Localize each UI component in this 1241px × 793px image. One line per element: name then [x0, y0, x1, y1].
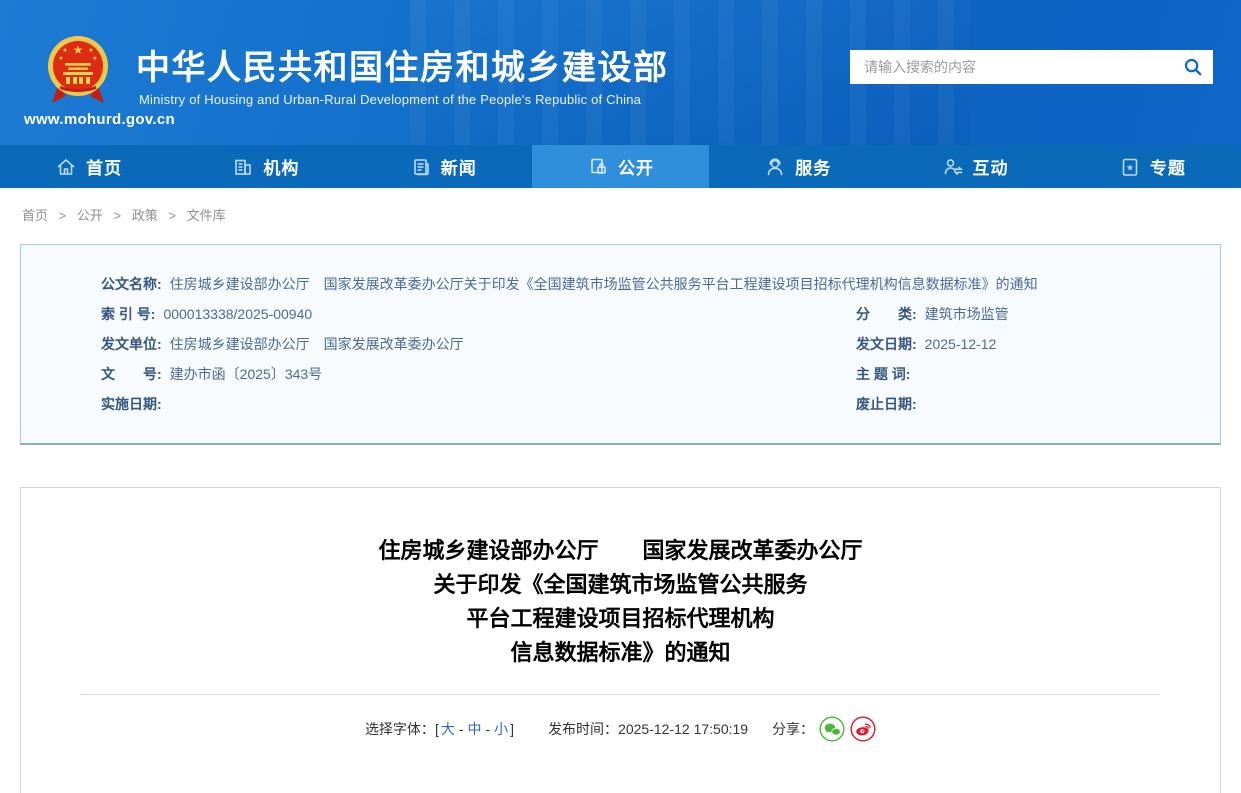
svg-text:★: ★ [62, 47, 67, 54]
bracket-open: [ [435, 721, 439, 737]
nav-tab-home[interactable]: 首页 [0, 145, 177, 188]
breadcrumb-item-disclosure[interactable]: 公开 [77, 208, 103, 223]
meta-value-index-number: 000013338/2025-00940 [163, 306, 312, 322]
nav-tab-label: 公开 [618, 154, 654, 179]
meta-row: 文 号: 建办市函〔2025〕343号 主 题 词: [101, 359, 1220, 389]
breadcrumb-separator: > [168, 208, 176, 223]
meta-label-index-number: 索 引 号: [101, 304, 155, 324]
font-size-large-link[interactable]: 大 [441, 719, 455, 739]
breadcrumb: 首页 > 公开 > 政策 > 文件库 [0, 188, 1241, 224]
dash-separator: - [486, 721, 491, 737]
search-icon [1183, 57, 1203, 77]
wechat-share-button[interactable] [819, 716, 845, 742]
bracket-close: ] [510, 721, 514, 737]
article-title-line: 住房城乡建设部办公厅 国家发展改革委办公厅 [21, 534, 1220, 568]
article-title: 住房城乡建设部办公厅 国家发展改革委办公厅 关于印发《全国建筑市场监管公共服务 … [21, 534, 1220, 670]
breadcrumb-item-library[interactable]: 文件库 [187, 208, 226, 223]
nav-tab-label: 首页 [86, 154, 122, 179]
nav-tab-service[interactable]: 服务 [709, 145, 886, 188]
meta-row: 索 引 号: 000013338/2025-00940 分 类: 建筑市场监管 [101, 299, 1220, 329]
search-input[interactable] [864, 59, 1183, 75]
meta-label-implementation-date: 实施日期: [101, 394, 162, 414]
nav-tab-label: 互动 [973, 154, 1009, 179]
nav-tab-interaction[interactable]: 互动 [886, 145, 1063, 188]
nav-tab-disclosure[interactable]: 公开 [532, 145, 709, 188]
nav-tab-news[interactable]: 新闻 [355, 145, 532, 188]
document-metadata-panel: 公文名称: 住房城乡建设部办公厅 国家发展改革委办公厅关于印发《全国建筑市场监管… [20, 244, 1221, 445]
svg-text:★: ★ [88, 47, 93, 54]
disclosure-icon [587, 156, 609, 178]
site-title-english: Ministry of Housing and Urban-Rural Deve… [139, 92, 641, 107]
weibo-icon [850, 716, 876, 742]
article-title-line: 平台工程建设项目招标代理机构 [21, 602, 1220, 636]
nav-tab-label: 新闻 [441, 154, 477, 179]
svg-text:★: ★ [73, 43, 84, 57]
news-icon [410, 156, 432, 178]
nav-tab-label: 机构 [263, 154, 299, 179]
breadcrumb-item-home[interactable]: 首页 [22, 208, 48, 223]
breadcrumb-separator: > [114, 208, 122, 223]
site-url: www.mohurd.gov.cn [24, 111, 175, 128]
meta-value-issuing-unit: 住房城乡建设部办公厅 国家发展改革委办公厅 [170, 334, 464, 354]
home-icon [55, 156, 77, 178]
service-icon [764, 156, 786, 178]
nav-tab-label: 专题 [1150, 154, 1186, 179]
national-emblem-logo: ★ ★ ★ ★ ★ [46, 32, 110, 110]
article-divider [81, 694, 1160, 695]
svg-text:★: ★ [92, 55, 97, 62]
interaction-icon [942, 156, 964, 178]
meta-value-category: 建筑市场监管 [925, 304, 1009, 324]
nav-tab-topics[interactable]: ★ 专题 [1064, 145, 1241, 188]
meta-label-category: 分 类: [856, 304, 917, 324]
meta-label-issue-date: 发文日期: [856, 334, 917, 354]
nav-tab-organization[interactable]: 机构 [177, 145, 354, 188]
meta-row: 发文单位: 住房城乡建设部办公厅 国家发展改革委办公厅 发文日期: 2025-1… [101, 329, 1220, 359]
font-size-label: 选择字体： [365, 719, 435, 739]
share-label: 分享： [772, 719, 814, 739]
font-size-medium-link[interactable]: 中 [468, 719, 482, 739]
meta-row: 实施日期: 废止日期: [101, 389, 1220, 419]
meta-label-repeal-date: 废止日期: [856, 394, 917, 414]
meta-label-doc-name: 公文名称: [101, 274, 162, 294]
article-panel: 住房城乡建设部办公厅 国家发展改革委办公厅 关于印发《全国建筑市场监管公共服务 … [20, 487, 1221, 793]
meta-value-doc-number: 建办市函〔2025〕343号 [170, 364, 323, 384]
weibo-share-button[interactable] [850, 716, 876, 742]
topics-icon: ★ [1119, 156, 1141, 178]
search-button[interactable] [1183, 57, 1203, 77]
article-title-line: 关于印发《全国建筑市场监管公共服务 [21, 568, 1220, 602]
font-size-small-link[interactable]: 小 [494, 719, 508, 739]
meta-label-subject-words: 主 题 词: [856, 364, 910, 384]
breadcrumb-separator: > [59, 208, 67, 223]
site-title-chinese: 中华人民共和国住房和城乡建设部 [136, 40, 669, 89]
article-title-line: 信息数据标准》的通知 [21, 636, 1220, 670]
svg-text:★: ★ [1126, 162, 1134, 172]
site-header: ★ ★ ★ ★ ★ www.mohurd.gov.cn 中华人民共和国住房和城乡… [0, 0, 1241, 145]
article-toolbar: 选择字体： [ 大 - 中 - 小 ] 发布时间： 2025-12-12 17:… [21, 716, 1220, 742]
organization-icon [232, 156, 254, 178]
main-navigation: 首页 机构 新闻 公开 [0, 145, 1241, 188]
wechat-icon [819, 716, 845, 742]
meta-label-doc-number: 文 号: [101, 364, 162, 384]
search-box [850, 50, 1213, 84]
meta-value-issue-date: 2025-12-12 [925, 336, 997, 352]
meta-value-doc-name: 住房城乡建设部办公厅 国家发展改革委办公厅关于印发《全国建筑市场监管公共服务平台… [170, 274, 1038, 294]
publish-time-value: 2025-12-12 17:50:19 [618, 721, 748, 737]
meta-label-issuing-unit: 发文单位: [101, 334, 162, 354]
svg-text:★: ★ [58, 55, 63, 62]
nav-tab-label: 服务 [795, 154, 831, 179]
publish-time-label: 发布时间： [548, 719, 618, 739]
dash-separator: - [459, 721, 464, 737]
breadcrumb-item-policy[interactable]: 政策 [132, 208, 158, 223]
